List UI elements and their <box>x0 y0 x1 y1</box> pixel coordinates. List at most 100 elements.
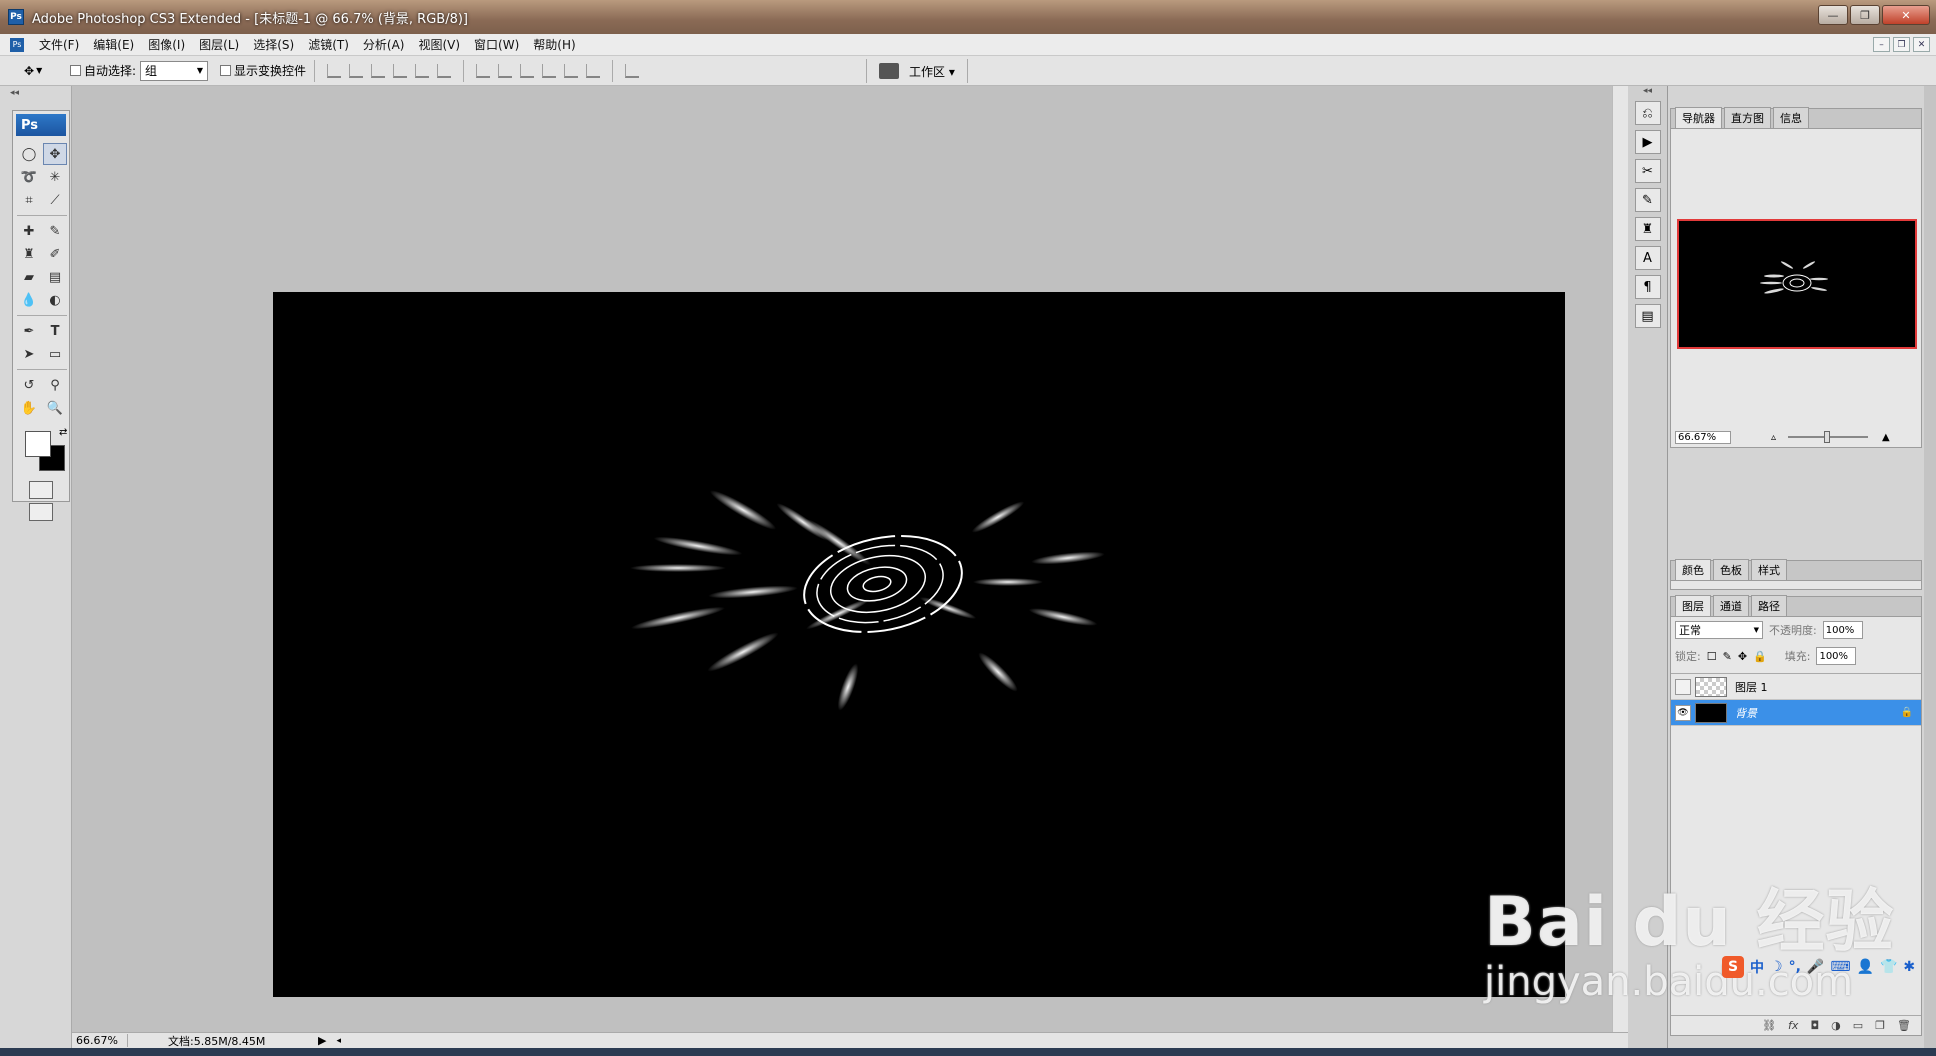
keyboard-icon[interactable]: ⌨ <box>1830 959 1850 975</box>
slice-icon[interactable]: ⟋ <box>43 189 67 211</box>
3d-rotate-icon[interactable]: ↺ <box>17 374 41 396</box>
blend-mode-dropdown[interactable]: 正常 ▼ <box>1675 621 1763 639</box>
distribute-horizontal-center-icon[interactable] <box>564 63 579 78</box>
doc-close-button[interactable]: ✕ <box>1913 37 1930 52</box>
doc-minimize-button[interactable]: – <box>1873 37 1890 52</box>
tab-paths[interactable]: 路径 <box>1751 595 1787 616</box>
tab-info[interactable]: 信息 <box>1773 107 1809 128</box>
slider-knob[interactable] <box>1824 431 1831 443</box>
history-panel-icon[interactable]: ⎌ <box>1634 101 1661 125</box>
align-right-icon[interactable] <box>437 63 452 78</box>
healing-brush-icon[interactable]: ✚ <box>17 220 41 242</box>
hand-icon[interactable]: ✋ <box>17 397 41 419</box>
lock-position-icon[interactable]: ✥ <box>1738 650 1747 663</box>
zoom-icon[interactable]: 🔍 <box>43 397 67 419</box>
user-icon[interactable]: 👤 <box>1857 959 1874 975</box>
opacity-field[interactable]: 100% <box>1822 621 1863 639</box>
lasso-icon[interactable]: ➰ <box>17 166 41 188</box>
clone-stamp-icon[interactable]: ♜ <box>17 243 41 265</box>
menu-analysis[interactable]: 分析(A) <box>356 36 412 53</box>
tab-channels[interactable]: 通道 <box>1713 595 1749 616</box>
magic-wand-icon[interactable]: ✳ <box>43 166 67 188</box>
distribute-top-icon[interactable] <box>476 63 491 78</box>
doc-restore-button[interactable]: ❐ <box>1893 37 1910 52</box>
eyedropper-icon[interactable]: ⚲ <box>43 374 67 396</box>
align-horizontal-center-icon[interactable] <box>415 63 430 78</box>
tools-icon[interactable]: ✱ <box>1903 959 1915 975</box>
distribute-right-icon[interactable] <box>586 63 601 78</box>
menu-layer[interactable]: 图层(L) <box>192 36 246 53</box>
navigator-zoom-slider[interactable] <box>1788 431 1869 443</box>
show-transform-checkbox[interactable] <box>220 65 232 76</box>
punctuation-icon[interactable]: °, <box>1789 959 1801 975</box>
adjustment-layer-icon[interactable]: ◑ <box>1831 1019 1841 1032</box>
sogou-ime-logo[interactable]: S <box>1722 956 1744 978</box>
clone-source-icon[interactable]: ♜ <box>1634 217 1661 241</box>
align-top-icon[interactable] <box>327 63 342 78</box>
foreground-color-swatch[interactable] <box>25 431 51 457</box>
document-canvas[interactable] <box>273 292 1565 997</box>
blur-icon[interactable]: 💧 <box>17 289 41 311</box>
link-layers-icon[interactable]: ⛓ <box>1762 1019 1776 1032</box>
maximize-button[interactable]: ❐ <box>1850 5 1880 25</box>
moon-icon[interactable]: ☽ <box>1770 959 1783 975</box>
path-selection-icon[interactable]: ➤ <box>17 343 41 365</box>
move-tool-icon[interactable]: ✥ <box>43 143 67 165</box>
paragraph-panel-icon[interactable]: ¶ <box>1634 275 1661 299</box>
menu-edit[interactable]: 编辑(E) <box>86 36 141 53</box>
minimize-button[interactable]: — <box>1818 5 1848 25</box>
align-left-icon[interactable] <box>393 63 408 78</box>
tool-preset-picker[interactable]: ✥ ▼ <box>24 60 58 82</box>
visibility-toggle[interactable] <box>1675 678 1691 695</box>
layer-row[interactable]: 👁 背景 🔒 <box>1671 700 1921 726</box>
tab-color[interactable]: 颜色 <box>1675 559 1711 580</box>
layer-comps-icon[interactable]: ▤ <box>1634 304 1661 328</box>
menu-view[interactable]: 视图(V) <box>411 36 467 53</box>
history-brush-icon[interactable]: ✐ <box>43 243 67 265</box>
menu-filter[interactable]: 滤镜(T) <box>301 36 356 53</box>
close-button[interactable]: ✕ <box>1882 5 1930 25</box>
fill-field[interactable]: 100% <box>1816 647 1857 665</box>
actions-panel-icon[interactable]: ▶ <box>1634 130 1661 154</box>
rectangle-shape-icon[interactable]: ▭ <box>43 343 67 365</box>
show-transform-option[interactable]: 显示变换控件 <box>220 62 306 79</box>
distribute-vertical-center-icon[interactable] <box>498 63 513 78</box>
bridge-icon[interactable] <box>879 63 899 79</box>
dodge-icon[interactable]: ◐ <box>43 289 67 311</box>
auto-select-dropdown[interactable]: 组 ▼ <box>140 60 209 81</box>
eraser-icon[interactable]: ▰ <box>17 266 41 288</box>
auto-select-option[interactable]: 自动选择: <box>70 62 136 79</box>
elliptical-marquee-icon[interactable]: ◯ <box>17 143 41 165</box>
tab-navigator[interactable]: 导航器 <box>1675 107 1722 128</box>
align-bottom-icon[interactable] <box>371 63 386 78</box>
ps-menu-icon[interactable]: Ps <box>10 37 24 52</box>
microphone-icon[interactable]: 🎤 <box>1807 959 1824 975</box>
swap-colors-icon[interactable]: ⇄ <box>59 427 67 438</box>
menu-file[interactable]: 文件(F) <box>32 36 86 53</box>
menu-select[interactable]: 选择(S) <box>246 36 301 53</box>
dock-edge-scrollbar[interactable] <box>1924 86 1936 1048</box>
lock-transparent-icon[interactable]: ☐ <box>1707 650 1717 663</box>
brushes-panel-icon[interactable]: ✎ <box>1634 188 1661 212</box>
navigator-preview[interactable] <box>1677 219 1917 349</box>
distribute-left-icon[interactable] <box>542 63 557 78</box>
horizontal-scroll-left-icon[interactable]: ◂ <box>336 1036 341 1046</box>
status-menu-arrow-icon[interactable]: ▶ <box>318 1034 326 1047</box>
auto-select-checkbox[interactable] <box>70 65 81 76</box>
ime-language-toggle[interactable]: 中 <box>1750 957 1764 977</box>
character-panel-icon[interactable]: A <box>1634 246 1661 270</box>
navigator-zoom-field[interactable]: 66.67% <box>1675 430 1731 444</box>
tab-swatches[interactable]: 色板 <box>1713 559 1749 580</box>
brush-icon[interactable]: ✎ <box>43 220 67 242</box>
distribute-bottom-icon[interactable] <box>520 63 535 78</box>
workspace-menu-button[interactable]: 工作区 ▾ <box>909 63 955 80</box>
layer-style-icon[interactable]: fx <box>1788 1019 1798 1032</box>
add-mask-icon[interactable]: ◘ <box>1810 1019 1819 1032</box>
new-layer-icon[interactable]: ❐ <box>1875 1019 1885 1032</box>
eye-icon[interactable]: 👁 <box>1675 704 1691 721</box>
type-icon[interactable]: T <box>43 320 67 342</box>
auto-align-layers-icon[interactable] <box>625 63 640 78</box>
new-group-icon[interactable]: ▭ <box>1853 1019 1863 1032</box>
zoom-level[interactable]: 66.67% <box>72 1034 128 1047</box>
align-vertical-center-icon[interactable] <box>349 63 364 78</box>
